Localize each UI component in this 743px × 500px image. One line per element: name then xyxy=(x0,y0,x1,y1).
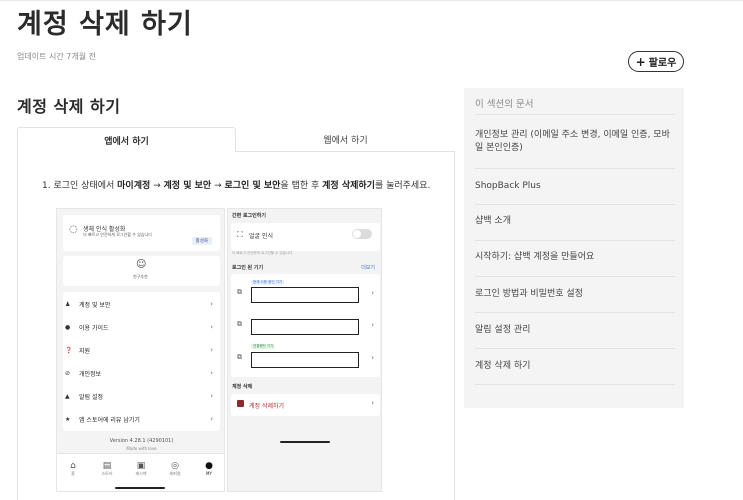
chevron-right-icon: › xyxy=(210,346,213,354)
device-row-3[interactable] xyxy=(251,352,359,368)
device-icon: ⧉ xyxy=(237,353,242,361)
privacy-icon: ⊘ xyxy=(65,370,71,377)
device-row-1[interactable] xyxy=(251,287,359,303)
sidebar-item-delete-account[interactable]: 계정 삭제 하기 xyxy=(475,360,675,373)
delete-icon xyxy=(237,400,244,407)
chevron-right-icon: › xyxy=(210,392,213,400)
biometric-card: ◌ 생체 인식 활성화 더 빠르고 안전하게 로그인할 수 있습니다 활성화 xyxy=(63,215,220,251)
follow-button[interactable]: + 팔로우 xyxy=(628,51,684,72)
sidebar-title: 이 섹션의 문서 xyxy=(475,99,534,110)
sidebar-item-privacy[interactable]: 개인정보 관리 (이메일 주소 변경, 이메일 인증, 모바일 본인인증) xyxy=(475,129,675,155)
tab-bar: 앱에서 하기 웹에서 하기 xyxy=(17,127,455,152)
chevron-right-icon: › xyxy=(210,323,213,331)
referral-label: 친구추천 xyxy=(133,274,148,279)
device-icon: ⧉ xyxy=(237,288,242,296)
chevron-right-icon: › xyxy=(371,354,374,362)
step-1-text: 1. 로그인 상태에서 마이계정 → 계정 및 보안 → 로그인 및 보안을 탭… xyxy=(42,181,431,191)
nav-store[interactable]: ▤ 스토어 xyxy=(97,461,117,477)
top-divider xyxy=(0,0,743,1)
face-id-label: 얼굴 인식 xyxy=(249,233,273,240)
menu-item-privacy[interactable]: ⊘ 개인정보 › xyxy=(65,363,215,384)
device-tag-current: 현재 사용 중인 기기 xyxy=(251,280,285,285)
menu-item-support[interactable]: ❓ 지원 › xyxy=(65,340,215,361)
delete-account-row[interactable]: 계정 삭제하기 › xyxy=(231,394,380,416)
my-icon: ● xyxy=(205,461,213,471)
app-screenshot: ◌ 생체 인식 활성화 더 빠르고 안전하게 로그인할 수 있습니다 활성화 ☺… xyxy=(56,208,382,492)
phone-login-security: 간편 로그인하기 ⛶ 얼굴 인식 더 빠르고 안전하게 로그인할 수 있습니다 … xyxy=(227,208,382,492)
chevron-right-icon: › xyxy=(371,399,374,407)
nav-home[interactable]: ⌂ 홈 xyxy=(63,461,83,477)
device-icon: ⧉ xyxy=(237,320,242,328)
face-id-icon: ⛶ xyxy=(237,230,243,239)
biometric-subtitle: 더 빠르고 안전하게 로그인할 수 있습니다 xyxy=(83,232,152,237)
menu-item-guide[interactable]: ● 이용 가이드 › xyxy=(65,317,215,338)
page-title: 계정 삭제 하기 xyxy=(17,9,193,40)
tab-web[interactable]: 웹에서 하기 xyxy=(236,127,455,152)
chevron-right-icon: › xyxy=(210,415,213,423)
home-indicator xyxy=(280,441,330,443)
star-icon: ★ xyxy=(65,416,71,423)
quick-login-heading: 간편 로그인하기 xyxy=(232,213,266,219)
menu-item-account-security[interactable]: ♟ 계정 및 보안 › xyxy=(65,294,215,315)
menu-item-notifications[interactable]: ▲ 알림 설정 › xyxy=(65,386,215,407)
made-with-love: Made with love xyxy=(126,446,157,451)
follow-label: 팔로우 xyxy=(648,58,677,69)
delete-section-heading: 계정 삭제 xyxy=(232,384,253,390)
phone-my-account: ◌ 생체 인식 활성화 더 빠르고 안전하게 로그인할 수 있습니다 활성화 ☺… xyxy=(56,208,225,492)
section-title: 계정 삭제 하기 xyxy=(17,97,121,116)
chevron-right-icon: › xyxy=(210,369,213,377)
menu-item-review[interactable]: ★ 앱 스토어에 리뷰 남기기 › xyxy=(65,409,215,430)
fingerprint-icon: ◌ xyxy=(69,224,78,235)
bell-icon: ▲ xyxy=(65,393,70,400)
sidebar-item-getting-started[interactable]: 시작하기: 샵백 계정을 만들어요 xyxy=(475,251,675,264)
devices-card: 현재 사용 중인 기기 ⧉ › ⧉ › 연결했던 기기 ⧉ › xyxy=(231,274,380,377)
cashback-icon: ▣ xyxy=(136,461,146,471)
device-row-2[interactable] xyxy=(251,319,359,335)
divider xyxy=(475,276,675,277)
divider xyxy=(475,240,675,241)
referral-nav-icon: ◎ xyxy=(171,461,179,471)
nav-my[interactable]: ● MY xyxy=(199,461,219,476)
updated-time: 업데이트 시간 7개월 전 xyxy=(17,52,96,61)
plus-icon: + xyxy=(635,54,646,69)
biometric-enable-badge[interactable]: 활성화 xyxy=(191,237,212,245)
divider xyxy=(475,384,675,385)
divider xyxy=(475,168,675,169)
store-icon: ▤ xyxy=(102,461,112,471)
section-docs-sidebar: 이 섹션의 문서 개인정보 관리 (이메일 주소 변경, 이메일 인증, 모바일… xyxy=(464,88,684,408)
sidebar-item-notifications[interactable]: 알림 설정 관리 xyxy=(475,324,675,337)
referral-card[interactable]: ☺ 친구추천 xyxy=(63,256,220,286)
face-id-toggle[interactable] xyxy=(352,229,372,239)
face-id-subtitle: 더 빠르고 안전하게 로그인할 수 있습니다 xyxy=(232,251,293,255)
chevron-right-icon: › xyxy=(371,321,374,329)
delete-account-label: 계정 삭제하기 xyxy=(249,403,285,410)
sidebar-item-about[interactable]: 샵백 소개 xyxy=(475,215,675,228)
divider xyxy=(475,114,675,115)
home-icon: ⌂ xyxy=(70,461,76,471)
devices-heading: 로그인 된 기기 xyxy=(232,265,264,271)
face-id-card: ⛶ 얼굴 인식 xyxy=(231,223,380,251)
divider xyxy=(475,312,675,313)
bottom-nav: ⌂ 홈 ▤ 스토어 ▣ 캐시백 ◎ 레퍼럴 ● MY xyxy=(57,453,224,491)
home-indicator xyxy=(115,487,165,489)
person-icon: ♟ xyxy=(65,301,71,308)
sidebar-item-shopback-plus[interactable]: ShopBack Plus xyxy=(475,180,675,193)
chevron-right-icon: › xyxy=(210,300,213,308)
divider xyxy=(475,204,675,205)
chevron-right-icon: › xyxy=(371,289,374,297)
tab-app[interactable]: 앱에서 하기 xyxy=(17,127,236,152)
info-icon: ● xyxy=(65,324,71,331)
referral-icon: ☺ xyxy=(136,259,147,270)
sidebar-item-login-password[interactable]: 로그인 방법과 비밀번호 설정 xyxy=(475,288,675,301)
nav-cashback[interactable]: ▣ 캐시백 xyxy=(131,461,151,477)
divider xyxy=(475,348,675,349)
view-more-link[interactable]: 더보기 xyxy=(361,264,375,271)
device-tag-previous: 연결했던 기기 xyxy=(251,344,276,349)
nav-referral[interactable]: ◎ 레퍼럴 xyxy=(165,461,185,477)
help-icon: ❓ xyxy=(65,347,73,354)
app-version: Version 4.28.1 (4290101) xyxy=(109,438,174,444)
